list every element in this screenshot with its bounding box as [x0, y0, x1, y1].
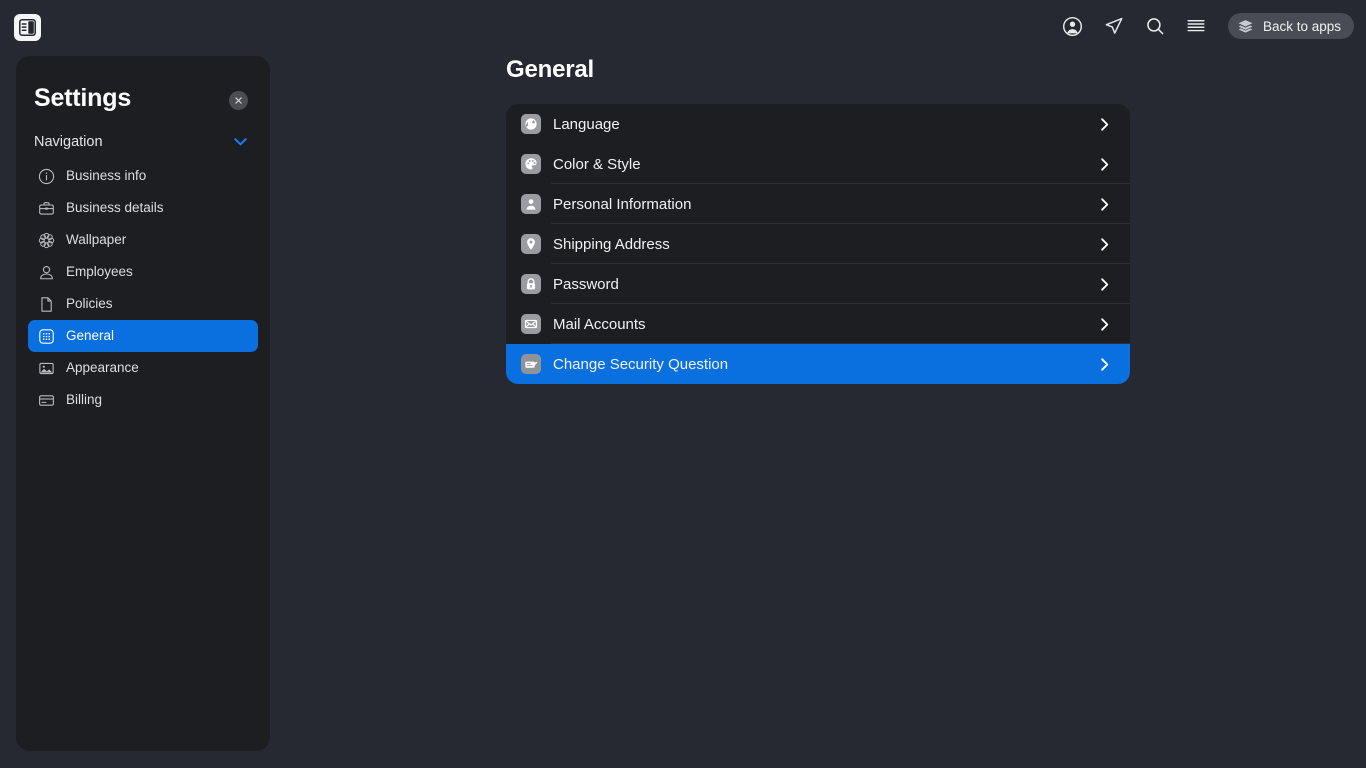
- envelope-icon: [521, 314, 541, 334]
- list-item-language[interactable]: Language: [506, 104, 1130, 144]
- chevron-right-icon: [1096, 236, 1113, 253]
- sidebar-nav-list: Business info Business details Wallpaper…: [16, 160, 270, 416]
- globe-icon: [521, 114, 541, 134]
- chevron-right-icon: [1096, 356, 1113, 373]
- list-item-label: Change Security Question: [553, 355, 729, 373]
- briefcase-icon: [37, 199, 55, 217]
- form-edit-icon: [521, 354, 541, 374]
- document-icon: [37, 295, 55, 313]
- list-item-label: Language: [553, 115, 620, 133]
- list-item-personal-information[interactable]: Personal Information: [506, 184, 1130, 224]
- location-icon: [521, 234, 541, 254]
- toolbar-actions: Back to apps: [1062, 13, 1354, 39]
- sidebar-layout-glyph: [19, 19, 36, 36]
- send-icon[interactable]: [1103, 15, 1125, 37]
- sidebar-item-label: General: [66, 328, 115, 344]
- back-to-apps-button[interactable]: Back to apps: [1227, 13, 1354, 39]
- sidebar-item-billing[interactable]: Billing: [28, 384, 258, 416]
- list-item-label: Personal Information: [553, 195, 692, 213]
- chevron-right-icon: [1096, 276, 1113, 293]
- list-item-label: Color & Style: [553, 155, 641, 173]
- account-circle-icon[interactable]: [1062, 15, 1084, 37]
- settings-title: Settings: [34, 84, 132, 112]
- main-content: General Language Color & Style Personal …: [506, 56, 1146, 384]
- top-bar: Back to apps: [0, 0, 1366, 56]
- sidebar-item-label: Business details: [66, 200, 164, 216]
- list-item-label: Shipping Address: [553, 235, 670, 253]
- image-icon: [37, 359, 55, 377]
- chevron-right-icon: [1096, 316, 1113, 333]
- flower-icon: [37, 231, 55, 249]
- sidebar-item-label: Billing: [66, 392, 103, 408]
- sidebar-item-label: Policies: [66, 296, 113, 312]
- credit-card-icon: [37, 391, 55, 409]
- person-icon: [521, 194, 541, 214]
- lock-icon: [521, 274, 541, 294]
- chevron-right-icon: [1096, 196, 1113, 213]
- person-icon: [37, 263, 55, 281]
- grid-icon: [37, 327, 55, 345]
- list-item-shipping-address[interactable]: Shipping Address: [506, 224, 1130, 264]
- settings-sidebar: Settings Navigation Business info Busine…: [16, 56, 270, 751]
- sidebar-item-label: Appearance: [66, 360, 139, 376]
- sidebar-header: Settings: [16, 56, 270, 113]
- page-title: General: [506, 56, 594, 83]
- sidebar-item-business-details[interactable]: Business details: [28, 192, 258, 224]
- sidebar-item-label: Employees: [66, 264, 133, 280]
- chevron-right-icon: [1096, 116, 1113, 133]
- sidebar-item-policies[interactable]: Policies: [28, 288, 258, 320]
- settings-list-card: Language Color & Style Personal Informat…: [506, 104, 1130, 384]
- palette-icon: [521, 154, 541, 174]
- list-item-password[interactable]: Password: [506, 264, 1130, 304]
- chevron-down-icon[interactable]: [231, 132, 250, 151]
- sidebar-item-business-info[interactable]: Business info: [28, 160, 258, 192]
- hamburger-menu-icon[interactable]: [1185, 15, 1207, 37]
- list-item-change-security-question[interactable]: Change Security Question: [506, 344, 1130, 384]
- search-icon[interactable]: [1144, 15, 1166, 37]
- info-circle-icon: [37, 167, 55, 185]
- sidebar-item-general[interactable]: General: [28, 320, 258, 352]
- navigation-label: Navigation: [34, 133, 103, 150]
- sidebar-item-wallpaper[interactable]: Wallpaper: [28, 224, 258, 256]
- list-item-color-and-style[interactable]: Color & Style: [506, 144, 1130, 184]
- layers-icon: [1237, 18, 1254, 35]
- sidebar-layout-icon[interactable]: [14, 14, 41, 41]
- sidebar-item-appearance[interactable]: Appearance: [28, 352, 258, 384]
- sidebar-item-label: Wallpaper: [66, 232, 127, 248]
- navigation-section-header[interactable]: Navigation: [16, 113, 270, 151]
- list-item-label: Mail Accounts: [553, 315, 646, 333]
- sidebar-item-employees[interactable]: Employees: [28, 256, 258, 288]
- close-icon[interactable]: [229, 91, 248, 110]
- back-to-apps-label: Back to apps: [1262, 18, 1341, 34]
- list-item-mail-accounts[interactable]: Mail Accounts: [506, 304, 1130, 344]
- list-item-label: Password: [553, 275, 619, 293]
- sidebar-item-label: Business info: [66, 168, 147, 184]
- chevron-right-icon: [1096, 156, 1113, 173]
